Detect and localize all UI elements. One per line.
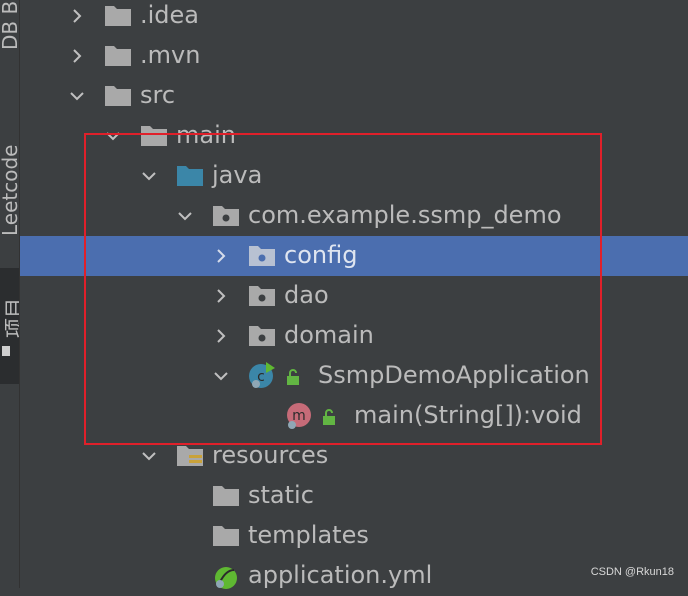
folder-icon	[213, 526, 239, 546]
watermark: CSDN @Rkun18	[590, 566, 674, 578]
project-tool-tab-icon	[2, 346, 10, 356]
tree-item-templates[interactable]: templates	[20, 516, 688, 556]
leetcode-tool-tab[interactable]: Leetcode	[0, 96, 19, 244]
folder-icon	[105, 6, 131, 26]
project-tool-tab-label: 项目	[2, 298, 19, 338]
tree-item-idea[interactable]: .idea	[20, 0, 688, 36]
chevron-right-icon[interactable]	[68, 47, 86, 65]
chevron-down-icon[interactable]	[68, 87, 86, 105]
spring-config-file-icon	[215, 567, 237, 589]
chevron-down-icon[interactable]	[140, 447, 158, 465]
resources-folder-icon	[177, 446, 203, 466]
chevron-right-icon[interactable]	[68, 7, 86, 25]
tree-item-label: .mvn	[140, 41, 201, 69]
tree-item-label: src	[140, 81, 176, 109]
project-tool-tab[interactable]: 项目	[0, 268, 19, 384]
database-tool-tab[interactable]: DB B	[0, 0, 19, 78]
folder-icon	[105, 86, 131, 106]
tree-item-src[interactable]: src	[20, 76, 688, 116]
side-tool-strip: DB B Leetcode 项目	[0, 0, 20, 588]
highlight-annotation-box	[84, 133, 602, 445]
folder-icon	[105, 46, 131, 66]
tree-item-static[interactable]: static	[20, 476, 688, 516]
database-tool-tab-label: DB B	[0, 1, 19, 50]
leetcode-tool-tab-label: Leetcode	[0, 144, 19, 236]
tree-item-label: .idea	[140, 1, 200, 29]
tree-item-label: application.yml	[248, 561, 433, 589]
folder-icon	[213, 486, 239, 506]
tree-item-label: templates	[248, 521, 369, 549]
tree-item-mvn[interactable]: .mvn	[20, 36, 688, 76]
tree-item-application-yml[interactable]: application.yml	[20, 556, 688, 596]
tree-item-label: static	[248, 481, 314, 509]
